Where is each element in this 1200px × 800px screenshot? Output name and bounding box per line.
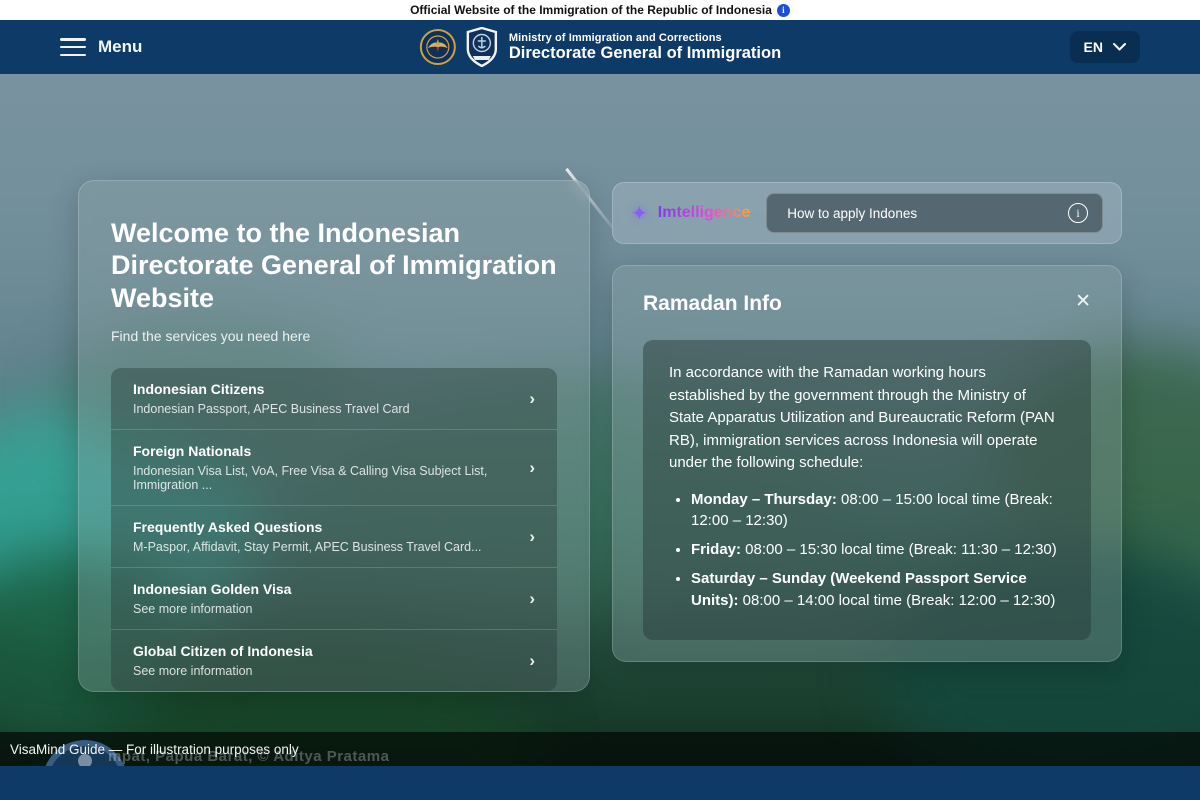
chevron-right-icon: ›	[529, 458, 535, 478]
official-strip: Official Website of the Immigration of t…	[0, 0, 1200, 20]
site-brand: Ministry of Immigration and Corrections …	[419, 27, 781, 67]
ramadan-panel: In accordance with the Ramadan working h…	[643, 340, 1091, 640]
ai-assistant-bar: ✦ Imtelligence i	[612, 182, 1122, 244]
service-item-foreign-nationals[interactable]: Foreign Nationals Indonesian Visa List, …	[111, 429, 557, 505]
service-description: Indonesian Visa List, VoA, Free Visa & C…	[133, 464, 517, 492]
service-item-golden-visa[interactable]: Indonesian Golden Visa See more informat…	[111, 567, 557, 629]
ministry-emblem-icon	[419, 28, 457, 66]
official-strip-text: Official Website of the Immigration of t…	[410, 3, 772, 17]
menu-label: Menu	[98, 37, 142, 57]
service-label: Indonesian Citizens	[133, 381, 517, 397]
services-list: Indonesian Citizens Indonesian Passport,…	[111, 368, 557, 691]
ai-search-field[interactable]: i	[766, 193, 1103, 233]
ai-brand-label: Imtelligence	[658, 204, 750, 222]
service-label: Global Citizen of Indonesia	[133, 643, 517, 659]
service-description: Indonesian Passport, APEC Business Trave…	[133, 402, 517, 416]
ramadan-title: Ramadan Info	[643, 292, 1075, 316]
schedule-hours: 08:00 – 14:00 local time (Break: 12:00 –…	[739, 592, 1056, 609]
immigration-shield-icon	[465, 27, 499, 67]
chevron-down-icon	[1113, 43, 1126, 51]
ramadan-schedule-list: Monday – Thursday: 08:00 – 15:00 local t…	[691, 489, 1065, 612]
sparkle-icon: ✦	[631, 201, 648, 226]
welcome-title: Welcome to the Indonesian Directorate Ge…	[111, 217, 557, 314]
schedule-day: Friday:	[691, 541, 741, 558]
schedule-item: Friday: 08:00 – 15:30 local time (Break:…	[691, 539, 1065, 561]
schedule-item: Saturday – Sunday (Weekend Passport Serv…	[691, 568, 1065, 612]
welcome-card: Welcome to the Indonesian Directorate Ge…	[78, 180, 590, 692]
service-description: See more information	[133, 602, 517, 616]
service-label: Frequently Asked Questions	[133, 519, 517, 535]
info-circle-icon[interactable]: i	[1068, 203, 1088, 223]
close-icon[interactable]: ✕	[1075, 292, 1091, 311]
chevron-right-icon: ›	[529, 389, 535, 409]
brand-text: Ministry of Immigration and Corrections …	[509, 32, 781, 63]
service-description: See more information	[133, 664, 517, 678]
illustration-note: VisaMind Guide — For illustration purpos…	[10, 742, 299, 757]
schedule-hours: 08:00 – 15:30 local time (Break: 11:30 –…	[741, 541, 1057, 558]
logos	[419, 27, 499, 67]
service-label: Indonesian Golden Visa	[133, 581, 517, 597]
directorate-name: Directorate General of Immigration	[509, 44, 781, 63]
main-header: Menu Ministry of Immigration and Correct…	[0, 20, 1200, 74]
service-description: M-Paspor, Affidavit, Stay Permit, APEC B…	[133, 540, 517, 554]
hamburger-icon	[60, 38, 86, 56]
service-item-indonesian-citizens[interactable]: Indonesian Citizens Indonesian Passport,…	[111, 368, 557, 429]
ramadan-body-text: In accordance with the Ramadan working h…	[669, 362, 1065, 475]
schedule-item: Monday – Thursday: 08:00 – 15:00 local t…	[691, 489, 1065, 533]
hero-section: Welcome to the Indonesian Directorate Ge…	[0, 74, 1200, 766]
language-selector[interactable]: EN	[1070, 31, 1140, 63]
chevron-right-icon: ›	[529, 589, 535, 609]
ai-search-input[interactable]	[787, 206, 1068, 221]
service-item-global-citizen[interactable]: Global Citizen of Indonesia See more inf…	[111, 629, 557, 691]
chevron-right-icon: ›	[529, 527, 535, 547]
service-item-faq[interactable]: Frequently Asked Questions M-Paspor, Aff…	[111, 505, 557, 567]
ramadan-info-card: Ramadan Info ✕ In accordance with the Ra…	[612, 265, 1122, 662]
chevron-right-icon: ›	[529, 651, 535, 671]
schedule-day: Monday – Thursday:	[691, 491, 837, 508]
service-label: Foreign Nationals	[133, 443, 517, 459]
welcome-subtitle: Find the services you need here	[111, 328, 557, 344]
menu-button[interactable]: Menu	[60, 37, 142, 57]
language-code: EN	[1084, 39, 1103, 55]
footer-strip: mpat, Papua Barat, © Aditya Pratama Visa…	[0, 732, 1200, 766]
ministry-name: Ministry of Immigration and Corrections	[509, 32, 781, 44]
info-icon[interactable]: i	[777, 4, 790, 17]
